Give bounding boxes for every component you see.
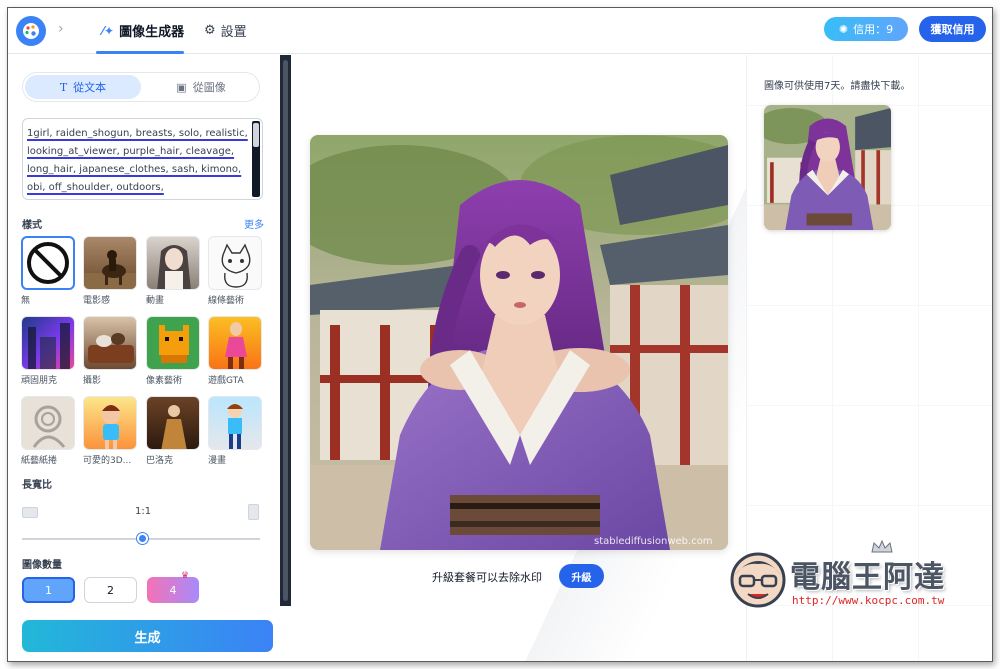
style-option-cute-3d[interactable]: 可愛的3D... (83, 396, 137, 466)
image-count-option-4[interactable]: 4 (147, 577, 199, 603)
image-count-option-2[interactable]: 2 (84, 577, 137, 603)
style-thumb-paper-quilling (21, 396, 75, 450)
style-label: 線條藝術 (208, 296, 245, 306)
style-option-line-art[interactable]: 線條藝術 (208, 236, 262, 306)
style-thumb-punk (21, 316, 75, 370)
style-thumb-cinematic (83, 236, 137, 290)
remove-watermark-text: 升級套餐可以去除水印 (432, 571, 542, 584)
mode-from-text-tab[interactable]: T 從文本 (25, 75, 141, 99)
prompt-text: 1girl, raiden_shogun, breasts, solo, rea… (27, 128, 248, 193)
image-icon: ▣ (176, 80, 187, 94)
retention-notice: 圖像可供使用7天。請盡快下載。 (764, 81, 911, 92)
coin-icon: ✺ (838, 22, 849, 36)
style-option-cinematic[interactable]: 電影感 (83, 236, 137, 306)
tab-image-generator-label: 圖像生成器 (119, 25, 185, 40)
tab-settings[interactable]: ⚙ 設置 (204, 21, 247, 40)
style-thumb-anime (146, 236, 200, 290)
aspect-ratio-slider-knob[interactable] (137, 533, 148, 544)
more-styles-link[interactable]: 更多 (244, 216, 264, 231)
style-label: 動畫 (146, 296, 165, 306)
portrait-ratio-icon[interactable] (248, 504, 259, 520)
image-count-option-1[interactable]: 1 (22, 577, 75, 603)
style-label: 漫畫 (208, 456, 227, 466)
mode-from-image-tab[interactable]: ▣ 從圖像 (143, 75, 259, 99)
mascot-face-icon (730, 552, 786, 608)
style-label: 遊戲GTA (208, 376, 244, 386)
style-thumb-photography (83, 316, 137, 370)
active-tab-indicator (96, 51, 184, 54)
style-label: 頑固朋克 (21, 376, 58, 386)
chevron-right-icon: › (58, 21, 64, 37)
brand-watermark-stamp: 電腦王阿達 http://www.kocpc.com.tw (728, 540, 978, 614)
get-credits-button[interactable]: 獲取信用 (919, 16, 986, 42)
style-thumb-pixel-art (146, 316, 200, 370)
aspect-ratio-heading: 長寬比 (22, 480, 52, 491)
prompt-textarea[interactable]: 1girl, raiden_shogun, breasts, solo, rea… (22, 118, 263, 200)
aspect-ratio-row: 1:1 (22, 504, 266, 524)
premium-crown-icon: ♛ (181, 571, 190, 581)
credits-badge[interactable]: ✺ 信用：9 (824, 17, 908, 41)
style-label: 像素藝術 (146, 376, 183, 386)
mode-from-image-label: 從圖像 (192, 81, 226, 94)
gear-icon: ⚙ (204, 23, 216, 38)
tab-image-generator[interactable]: ⁄✦ 圖像生成器 (102, 21, 185, 41)
generated-image[interactable] (310, 135, 728, 550)
generator-sidebar: T 從文本 ▣ 從圖像 1girl, raiden_shogun, breast… (8, 55, 280, 661)
aspect-ratio-value: 1:1 (135, 506, 152, 517)
style-option-anime[interactable]: 動畫 (146, 236, 200, 306)
style-label: 攝影 (83, 376, 102, 386)
style-label: 電影感 (83, 296, 111, 306)
style-label: 無 (21, 296, 31, 306)
style-option-gta[interactable]: 遊戲GTA (208, 316, 262, 386)
image-count-heading: 圖像數量 (22, 560, 62, 571)
prompt-scrollbar-thumb[interactable] (253, 123, 259, 147)
sidebar-scrollbar-thumb[interactable] (283, 60, 288, 601)
style-option-none[interactable]: 無 (21, 236, 75, 306)
brand-title: 電腦王阿達 (790, 560, 945, 595)
style-thumb-none (21, 236, 75, 290)
style-label: 可愛的3D... (83, 456, 132, 466)
top-bar: › ⁄✦ 圖像生成器 ⚙ 設置 ✺ 信用：9 獲取信用 (8, 8, 992, 54)
style-option-paper-quilling[interactable]: 紙藝紙捲 (21, 396, 75, 466)
style-thumb-baroque (146, 396, 200, 450)
upgrade-button[interactable]: 升級 (559, 564, 604, 588)
style-option-baroque[interactable]: 巴洛克 (146, 396, 200, 466)
app-window: › ⁄✦ 圖像生成器 ⚙ 設置 ✺ 信用：9 獲取信用 T 從文本 ▣ 從圖像 (7, 7, 993, 662)
style-option-comic[interactable]: 漫畫 (208, 396, 262, 466)
style-option-pixel-art[interactable]: 像素藝術 (146, 316, 200, 386)
brand-url: http://www.kocpc.com.tw (792, 594, 945, 607)
style-thumb-comic (208, 396, 262, 450)
generate-button[interactable]: 生成 (22, 620, 273, 652)
tab-settings-label: 設置 (220, 25, 247, 40)
palette-logo-icon[interactable] (16, 16, 46, 46)
style-label: 巴洛克 (146, 456, 174, 466)
image-watermark: stablediffusionweb.com (594, 536, 713, 547)
style-thumb-line-art (208, 236, 262, 290)
magic-wand-icon: ⁄✦ (102, 23, 115, 38)
credits-label: 信用：9 (853, 23, 894, 36)
text-icon: T (59, 80, 68, 94)
mode-from-text-label: 從文本 (73, 81, 107, 94)
input-mode-switch: T 從文本 ▣ 從圖像 (22, 72, 260, 102)
style-option-photography[interactable]: 攝影 (83, 316, 137, 386)
landscape-ratio-icon[interactable] (22, 507, 38, 518)
style-label: 紙藝紙捲 (21, 456, 58, 466)
history-image-thumbnail[interactable] (764, 105, 891, 230)
style-thumb-cute-3d (83, 396, 137, 450)
style-thumb-gta (208, 316, 262, 370)
style-heading: 樣式 (22, 220, 42, 231)
style-option-punk[interactable]: 頑固朋克 (21, 316, 75, 386)
